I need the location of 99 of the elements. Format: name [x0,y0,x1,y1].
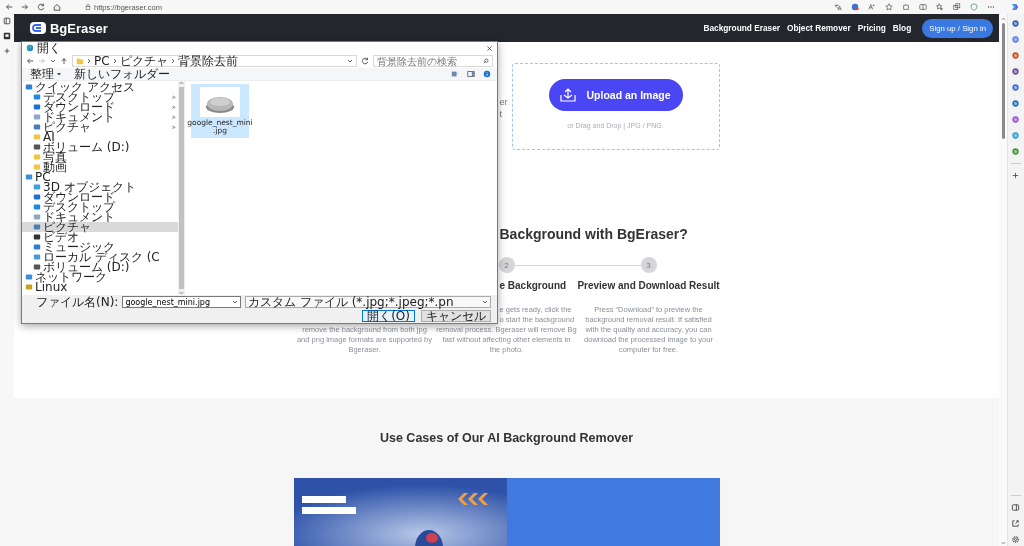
swirl-icon[interactable] [1010,2,1020,12]
folder-icon [76,57,84,65]
upload-button[interactable]: Upload an Image [548,79,683,111]
nav-link[interactable]: Background Eraser [703,23,780,33]
section-heading: Background with BgEraser? [498,226,689,242]
chevron-icon [112,58,117,64]
plus-icon[interactable] [3,47,11,55]
back-icon[interactable] [26,57,34,65]
help-icon[interactable] [483,70,491,78]
read-aloud-icon[interactable] [868,3,876,11]
nav-item[interactable]: ミュージック [22,242,178,252]
tab-panel-icon[interactable] [3,17,11,25]
panel-icon[interactable] [1011,503,1021,512]
lock-icon [85,4,91,10]
file-name-field[interactable]: google_nest_mini.jpg [122,296,241,308]
step-title: Preview and Download Result [577,280,720,292]
upload-icon [560,88,577,102]
close-icon[interactable] [486,44,493,52]
reload-icon[interactable] [37,3,45,11]
pin-icon [171,94,176,100]
tab-icon[interactable] [3,32,11,40]
forward-icon[interactable] [21,3,29,11]
search-field[interactable]: 背景除去前の検索 [373,55,493,67]
nav-item[interactable]: ドキュメント [22,212,178,222]
up-arrow-icon[interactable] [60,57,68,65]
caret-icon[interactable] [347,58,353,64]
extension-badge-icon[interactable] [851,3,859,11]
view-icon[interactable] [451,70,459,78]
step-title: e Background [499,280,567,292]
nav-item[interactable]: ダウンロード [22,192,178,202]
path-segment[interactable]: PC [94,55,110,67]
chevron-icon [170,58,175,64]
pin-icon [171,124,176,130]
nav-item[interactable]: ボリューム (D:) [22,262,178,272]
back-icon[interactable] [5,3,13,11]
path-segment[interactable]: 背景除去前 [177,55,238,67]
logo-text[interactable]: BgEraser [50,20,108,36]
nav-item[interactable]: ダウンロード [22,102,178,112]
nav-link[interactable]: Blog [892,23,912,33]
favorites-icon[interactable] [936,3,944,11]
scroll-up-icon[interactable] [178,81,184,85]
chevron-icon [87,58,91,64]
nav-item[interactable]: ピクチャ [22,222,178,232]
nav-item[interactable]: Linux [22,282,178,292]
scrollbar-thumb[interactable] [1001,23,1005,139]
split-screen-icon[interactable] [919,3,927,11]
caret-icon [482,299,488,305]
swirl-icon [26,44,34,52]
pin-icon [171,114,176,120]
nav-link[interactable]: Pricing [857,23,886,33]
hero-text: er [499,96,508,108]
nav-link[interactable]: Object Remover [787,23,851,33]
nav-item[interactable]: PC [22,172,178,182]
nav-item[interactable]: ビデオ [22,232,178,242]
file-type-dropdown[interactable]: カスタム ファイル (*.jpg;*.jpeg;*.pn [245,296,491,308]
nav-item[interactable]: クイック アクセス [22,82,178,92]
path-field[interactable]: PC ピクチャ 背景除去前 [72,55,357,67]
external-link-icon[interactable] [1011,519,1021,528]
nav-item[interactable]: 動画 [22,162,178,172]
hero-text: t [499,108,503,120]
step-number: 2 [498,257,515,273]
nav-item[interactable]: ネットワーク [22,272,178,282]
scrollbar-thumb[interactable] [178,87,184,289]
nav-item[interactable]: デスクトップ [22,92,178,102]
nav-item[interactable]: ボリューム (D:) [22,142,178,152]
nav-item[interactable]: 写真 [22,152,178,162]
caret-icon [56,71,62,77]
plus-icon[interactable] [1011,171,1021,180]
scroll-down-icon[interactable] [178,291,184,295]
caret-icon[interactable] [50,58,56,64]
caret-icon [232,299,238,305]
nav-item[interactable]: ドキュメント [22,112,178,122]
file-name-label: ファイル名(N): [36,296,119,308]
settings-icon[interactable] [1011,535,1021,544]
section-heading: Use Cases of Our AI Background Remover [379,431,634,446]
nav-item[interactable]: 3D オブジェクト [22,182,178,192]
scroll-down-icon[interactable] [1000,541,1006,545]
new-folder-button[interactable]: 新しいフォルダー [72,68,172,80]
open-button[interactable]: 開く(O) [362,310,415,322]
preview-pane-icon[interactable] [467,70,475,78]
pin-icon [171,104,176,110]
translate-icon[interactable] [834,3,842,11]
scroll-up-icon[interactable] [1000,17,1006,21]
organize-button[interactable]: 整理 [28,68,64,80]
nav-item[interactable]: デスクトップ [22,202,178,212]
shield-icon[interactable] [970,3,978,11]
logo-icon [30,22,46,34]
step-number: 3 [640,257,657,273]
collections-icon[interactable] [953,3,961,11]
folder-icon [33,133,41,141]
path-segment[interactable]: ピクチャ [119,55,168,67]
nav-item[interactable]: AI [22,132,178,142]
cancel-button[interactable]: キャンセル [421,310,491,322]
reload-icon[interactable] [361,57,369,65]
home-icon[interactable] [53,3,61,11]
dialog-title: 開く [37,42,61,54]
nav-item[interactable]: ローカル ディスク (C [22,252,178,262]
more-icon[interactable] [987,3,995,11]
nav-item[interactable]: ピクチャ [22,122,178,132]
